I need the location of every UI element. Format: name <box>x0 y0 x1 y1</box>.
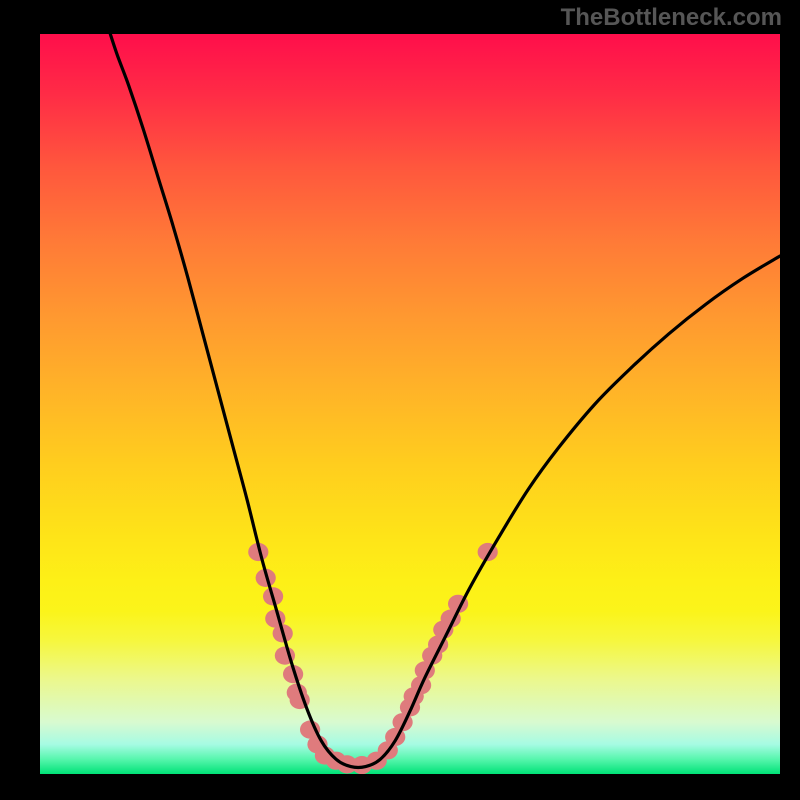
curve-svg <box>40 34 780 774</box>
data-markers <box>248 543 498 774</box>
bottleneck-curve <box>110 34 780 768</box>
plot-area <box>40 34 780 774</box>
watermark-text: TheBottleneck.com <box>561 4 782 32</box>
